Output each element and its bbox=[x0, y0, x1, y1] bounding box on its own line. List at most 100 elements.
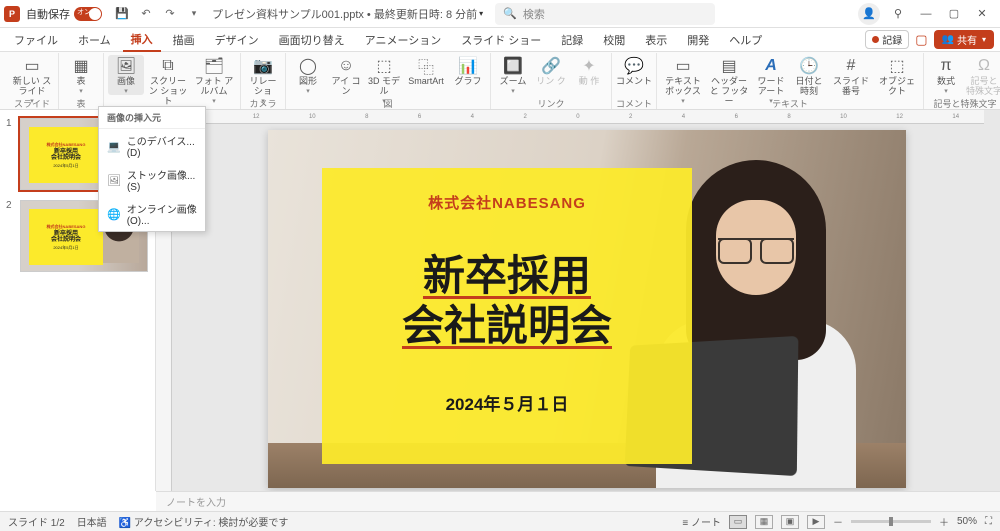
yellow-text-block[interactable]: 株式会社NABESANG 新卒採用 会社説明会 2024年５月１日 bbox=[322, 168, 692, 464]
action-icon: ✦ bbox=[582, 55, 595, 77]
zoom-level[interactable]: 50% bbox=[957, 516, 977, 527]
tab-insert[interactable]: 挿入 bbox=[123, 28, 161, 52]
save-icon[interactable]: 💾 bbox=[113, 5, 131, 23]
coming-soon-icon[interactable]: ⚲ bbox=[884, 3, 912, 25]
headerfooter-icon: ▤ bbox=[721, 55, 736, 77]
tab-transitions[interactable]: 画面切り替え bbox=[271, 29, 353, 51]
new-slide-icon: ▭ bbox=[24, 55, 39, 77]
online-icon: 🌐 bbox=[107, 207, 121, 221]
photo-album-icon: 🗂 bbox=[204, 55, 224, 77]
textbox-button[interactable]: ▭テキスト ボックス▾ bbox=[661, 55, 705, 105]
tab-review[interactable]: 校閲 bbox=[595, 29, 633, 51]
symbol-button[interactable]: Ω記号と 特殊文字 bbox=[966, 55, 1000, 97]
zoom-button[interactable]: 🔲ズーム▾ bbox=[495, 55, 531, 95]
tab-developer[interactable]: 開発 bbox=[679, 29, 717, 51]
powerpoint-icon: P bbox=[4, 6, 20, 22]
comment-button[interactable]: 💬コメント bbox=[616, 55, 652, 87]
status-bar: スライド 1/2 日本語 ♿ アクセシビリティ: 検討が必要です ≡ ノート ▭… bbox=[0, 511, 1000, 531]
shapes-button[interactable]: ◯図形▾ bbox=[290, 55, 326, 95]
redo-icon[interactable]: ↷ bbox=[161, 5, 179, 23]
close-button[interactable]: ✕ bbox=[968, 3, 996, 25]
shapes-icon: ◯ bbox=[299, 55, 317, 77]
photo-album-button[interactable]: 🗂フォト アルバム▾ bbox=[192, 55, 236, 105]
sorter-view-button[interactable]: ▦ bbox=[755, 515, 773, 529]
smartart-icon: ⿻ bbox=[418, 55, 434, 77]
tab-draw[interactable]: 描画 bbox=[165, 29, 203, 51]
slidenum-button[interactable]: #スライド番号 bbox=[829, 55, 873, 97]
zoom-slider[interactable] bbox=[851, 520, 931, 523]
datetime-button[interactable]: 🕒日付と 時刻 bbox=[791, 55, 827, 97]
object-button[interactable]: ⬚オブジェクト bbox=[875, 55, 919, 97]
tab-animations[interactable]: アニメーション bbox=[357, 29, 450, 51]
share-icon: 👥 bbox=[942, 34, 954, 45]
notes-pane[interactable]: ノートを入力 bbox=[156, 491, 1000, 511]
chart-button[interactable]: 📊グラフ bbox=[450, 55, 486, 87]
slide-position: スライド 1/2 bbox=[8, 514, 65, 529]
tab-view[interactable]: 表示 bbox=[637, 29, 675, 51]
smartart-button[interactable]: ⿻SmartArt bbox=[404, 55, 448, 87]
headline-2: 会社説明会 bbox=[402, 301, 612, 351]
qat-dropdown-icon[interactable]: ▾ bbox=[185, 5, 203, 23]
maximize-button[interactable]: ▢ bbox=[940, 3, 968, 25]
dropdown-item-stock-images[interactable]: 🖼ストック画像...(S) bbox=[99, 163, 205, 197]
ribbon-insert: ▭新しい スライド▾ スライド ▦表▾ 表 🖼画像▾ ⧉スクリーン ショット▾ … bbox=[0, 52, 1000, 110]
camera-icon: 📷 bbox=[253, 55, 273, 77]
image-insert-dropdown: 画像の挿入元 💻このデバイス...(D) 🖼ストック画像...(S) 🌐オンライ… bbox=[98, 106, 206, 232]
slide-date: 2024年５月１日 bbox=[446, 390, 569, 415]
fit-window-button[interactable]: ⛶ bbox=[985, 516, 992, 527]
share-button[interactable]: 👥共有▾ bbox=[934, 30, 994, 49]
zoom-icon: 🔲 bbox=[503, 55, 523, 77]
comment-icon: 💬 bbox=[624, 55, 644, 77]
headerfooter-button[interactable]: ▤ヘッダーと フッター bbox=[707, 55, 751, 107]
thumb-number: 2 bbox=[6, 200, 16, 272]
wordart-icon: A bbox=[765, 55, 777, 77]
chart-icon: 📊 bbox=[458, 55, 478, 77]
cube-icon: ⬚ bbox=[376, 55, 391, 77]
tab-slideshow[interactable]: スライド ショー bbox=[453, 29, 549, 51]
accessibility-status[interactable]: ♿ アクセシビリティ: 検討が必要です bbox=[119, 514, 289, 529]
ribbon-tabs: ファイル ホーム 挿入 描画 デザイン 画面切り替え アニメーション スライド … bbox=[0, 28, 1000, 52]
tab-home[interactable]: ホーム bbox=[70, 29, 119, 51]
title-dropdown-icon[interactable]: ▾ bbox=[479, 9, 483, 18]
reading-view-button[interactable]: ▣ bbox=[781, 515, 799, 529]
icons-icon: ☺ bbox=[338, 55, 354, 77]
device-icon: 💻 bbox=[107, 139, 121, 153]
file-title: プレゼン資料サンプル001.pptx • 最終更新日時: 8 分前 bbox=[212, 6, 477, 22]
thumb-number: 1 bbox=[6, 118, 16, 190]
object-icon: ⬚ bbox=[889, 55, 904, 77]
table-button[interactable]: ▦表▾ bbox=[63, 55, 99, 95]
company-name: 株式会社NABESANG bbox=[428, 192, 586, 213]
dropdown-item-this-device[interactable]: 💻このデバイス...(D) bbox=[99, 129, 205, 163]
equation-button[interactable]: π数式▾ bbox=[928, 55, 964, 95]
textbox-icon: ▭ bbox=[675, 55, 690, 77]
image-icon: 🖼 bbox=[116, 55, 136, 77]
slide-editor[interactable]: 株式会社NABESANG 新卒採用 会社説明会 2024年５月１日 bbox=[268, 130, 906, 488]
language-status[interactable]: 日本語 bbox=[77, 514, 107, 529]
tab-help[interactable]: ヘルプ bbox=[721, 29, 770, 51]
notes-toggle[interactable]: ≡ ノート bbox=[682, 514, 721, 529]
zoom-out-button[interactable]: － bbox=[833, 514, 843, 529]
link-button[interactable]: 🔗リン ク bbox=[533, 55, 569, 87]
record-pill[interactable]: 記録 bbox=[865, 30, 909, 49]
account-icon[interactable]: 👤 bbox=[858, 3, 880, 25]
zoom-in-button[interactable]: ＋ bbox=[939, 514, 949, 529]
tab-record[interactable]: 記録 bbox=[553, 29, 591, 51]
normal-view-button[interactable]: ▭ bbox=[729, 515, 747, 529]
image-button[interactable]: 🖼画像▾ bbox=[108, 55, 144, 95]
icons-button[interactable]: ☺アイ コン bbox=[328, 55, 364, 97]
tab-file[interactable]: ファイル bbox=[6, 29, 66, 51]
autosave-label: 自動保存 bbox=[26, 6, 70, 22]
present-icon[interactable]: ▢ bbox=[915, 32, 927, 48]
search-input[interactable]: 🔍 検索 bbox=[495, 3, 715, 25]
slideshow-view-button[interactable]: ▶ bbox=[807, 515, 825, 529]
table-icon: ▦ bbox=[73, 55, 88, 77]
undo-icon[interactable]: ↶ bbox=[137, 5, 155, 23]
minimize-button[interactable]: ― bbox=[912, 3, 940, 25]
tab-design[interactable]: デザイン bbox=[207, 29, 267, 51]
autosave-toggle[interactable]: オン bbox=[74, 7, 102, 21]
slide-canvas-area: 141210864202468101214 株式会社NABESANG 新卒採用 … bbox=[156, 110, 1000, 491]
title-bar: P 自動保存 オン 💾 ↶ ↷ ▾ プレゼン資料サンプル001.pptx • 最… bbox=[0, 0, 1000, 28]
link-icon: 🔗 bbox=[541, 55, 561, 77]
dropdown-item-online-images[interactable]: 🌐オンライン画像(O)... bbox=[99, 197, 205, 231]
action-button[interactable]: ✦動 作 bbox=[571, 55, 607, 87]
